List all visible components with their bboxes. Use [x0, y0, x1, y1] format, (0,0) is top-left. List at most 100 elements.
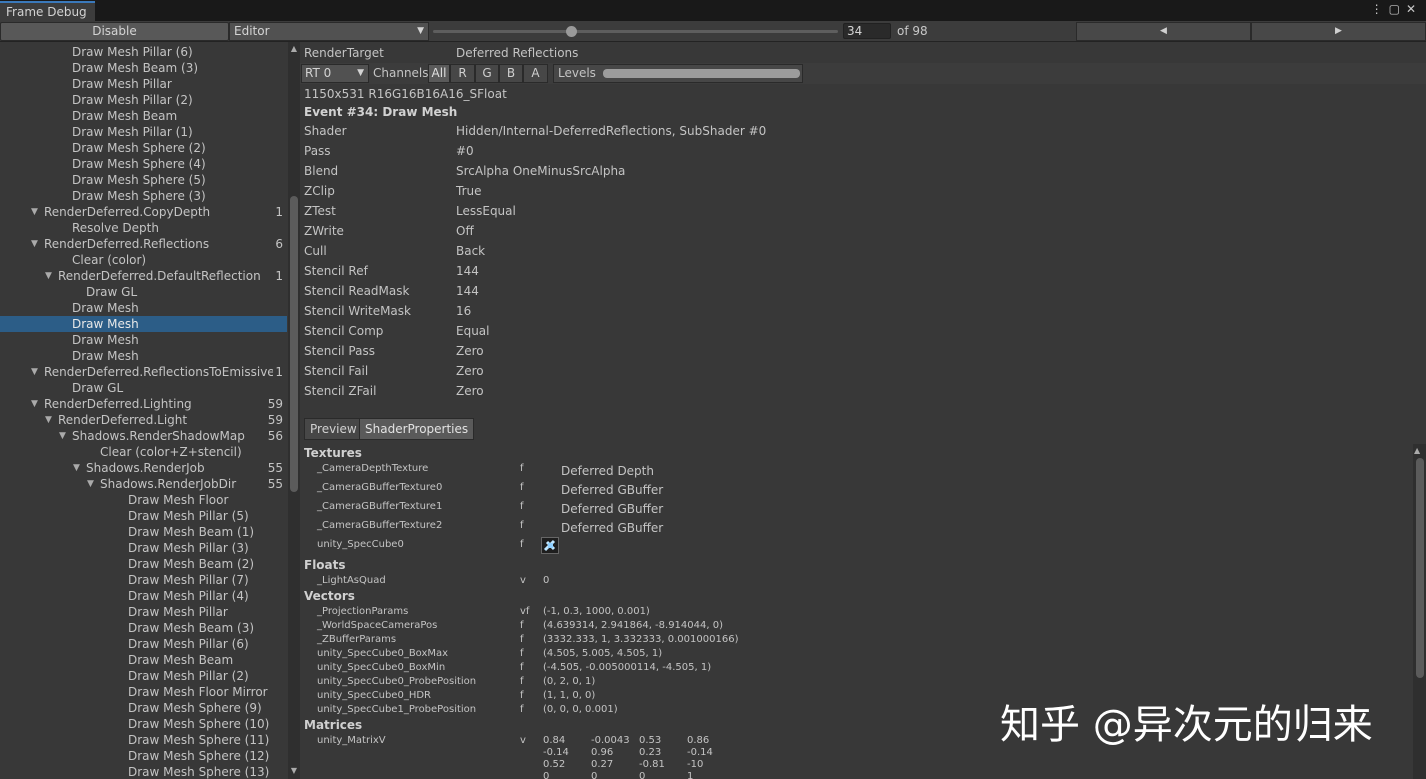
tree-row[interactable]: Draw Mesh [0, 348, 287, 364]
expand-triangle-icon[interactable]: ▼ [73, 460, 83, 476]
tree-row[interactable]: Draw Mesh Pillar [0, 604, 287, 620]
event-slider-thumb[interactable] [565, 26, 577, 37]
tree-row[interactable]: Draw Mesh Pillar (2) [0, 668, 287, 684]
vector-property-type: f [520, 648, 524, 659]
tree-row-label: Draw Mesh Pillar (6) [128, 637, 249, 651]
tree-row[interactable]: Draw Mesh Pillar (5) [0, 508, 287, 524]
float-property-name: _LightAsQuad [317, 575, 386, 586]
vector-property-type: f [520, 690, 524, 701]
tree-row[interactable]: Draw Mesh [0, 300, 287, 316]
close-icon[interactable]: ✕ [1406, 2, 1422, 16]
tree-row[interactable]: Draw Mesh Sphere (4) [0, 156, 287, 172]
tree-row[interactable]: Draw Mesh Pillar (6) [0, 636, 287, 652]
tree-row[interactable]: Draw Mesh Pillar (4) [0, 588, 287, 604]
expand-triangle-icon[interactable]: ▼ [31, 236, 41, 252]
tree-row[interactable]: Draw Mesh Floor [0, 492, 287, 508]
target-dropdown-label: Editor [234, 24, 270, 38]
tree-row[interactable]: Resolve Depth [0, 220, 287, 236]
expand-triangle-icon[interactable]: ▼ [31, 204, 41, 220]
tree-row[interactable]: Draw Mesh Beam (2) [0, 556, 287, 572]
state-value: True [456, 184, 482, 198]
tree-row[interactable]: Draw Mesh Pillar (1) [0, 124, 287, 140]
state-key: Stencil ReadMask [304, 284, 410, 298]
tree-row[interactable]: Clear (color+Z+stencil) [0, 444, 287, 460]
event-index-field[interactable]: 34 [843, 23, 891, 39]
expand-triangle-icon[interactable]: ▼ [31, 364, 41, 380]
tree-row[interactable]: ▼ RenderDeferred.Reflections 6 [0, 236, 287, 252]
tree-row[interactable]: Draw GL [0, 284, 287, 300]
tree-row[interactable]: Draw Mesh Beam (3) [0, 620, 287, 636]
tree-row[interactable]: Draw GL [0, 380, 287, 396]
channel-r-button[interactable]: R [450, 64, 475, 83]
tree-row[interactable]: Draw Mesh Beam (3) [0, 60, 287, 76]
tree-row[interactable]: Draw Mesh Pillar (6) [0, 44, 287, 60]
tree-row[interactable]: ▼ RenderDeferred.CopyDepth 1 [0, 204, 287, 220]
tree-row[interactable]: ▼ Shadows.RenderShadowMap 56 [0, 428, 287, 444]
tree-row[interactable]: Draw Mesh Sphere (2) [0, 140, 287, 156]
scroll-up-icon[interactable]: ▲ [288, 44, 300, 53]
tree-row[interactable]: Draw Mesh Pillar (2) [0, 92, 287, 108]
tree-row[interactable]: Draw Mesh Sphere (9) [0, 700, 287, 716]
frame-debug-tab[interactable]: Frame Debug [0, 1, 95, 21]
maximize-icon[interactable]: ▢ [1389, 2, 1406, 16]
tree-row[interactable]: Draw Mesh Beam [0, 652, 287, 668]
tree-row[interactable]: Draw Mesh Pillar (7) [0, 572, 287, 588]
tab-shader-properties[interactable]: ShaderProperties [359, 418, 475, 440]
scroll-up-icon[interactable]: ▲ [1414, 446, 1420, 455]
expand-triangle-icon[interactable]: ▼ [59, 428, 69, 444]
disable-button[interactable]: Disable [0, 22, 229, 41]
channel-a-button[interactable]: A [523, 64, 548, 83]
tree-row[interactable]: ▼ Shadows.RenderJob 55 [0, 460, 287, 476]
tree-row[interactable]: ▼ RenderDeferred.ReflectionsToEmissive 1 [0, 364, 287, 380]
tree-row[interactable]: Draw Mesh Sphere (12) [0, 748, 287, 764]
more-options-icon[interactable]: ⋮ [1371, 2, 1389, 16]
tree-row[interactable]: Clear (color) [0, 252, 287, 268]
state-value: SrcAlpha OneMinusSrcAlpha [456, 164, 626, 178]
tab-preview[interactable]: Preview [304, 418, 363, 440]
tree-row[interactable]: ▼ RenderDeferred.Lighting 59 [0, 396, 287, 412]
window-controls[interactable]: ⋮▢✕ [1371, 2, 1422, 16]
tree-row-label: Draw Mesh Sphere (10) [128, 717, 270, 731]
tree-row[interactable]: Draw Mesh Floor Mirror [0, 684, 287, 700]
tree-row[interactable]: Draw Mesh Beam [0, 108, 287, 124]
tree-row[interactable]: Draw Mesh [0, 332, 287, 348]
tree-row[interactable]: ▼ RenderDeferred.DefaultReflection 1 [0, 268, 287, 284]
tree-row[interactable]: Draw Mesh Beam (1) [0, 524, 287, 540]
cubemap-thumbnail-icon[interactable] [541, 537, 559, 554]
tree-row[interactable]: ▼ Shadows.RenderJobDir 55 [0, 476, 287, 492]
tree-row[interactable]: Draw Mesh Sphere (5) [0, 172, 287, 188]
expand-triangle-icon[interactable]: ▼ [31, 396, 41, 412]
expand-triangle-icon[interactable]: ▼ [87, 476, 97, 492]
target-dropdown[interactable]: Editor ▼ [229, 22, 429, 41]
tree-row[interactable]: Draw Mesh Sphere (11) [0, 732, 287, 748]
tree-row[interactable]: Draw Mesh [0, 316, 287, 332]
tree-row[interactable]: Draw Mesh Pillar [0, 76, 287, 92]
state-value: LessEqual [456, 204, 516, 218]
channel-g-button[interactable]: G [475, 64, 499, 83]
previous-event-button[interactable]: ◀ [1076, 22, 1251, 41]
tree-row[interactable]: Draw Mesh Pillar (3) [0, 540, 287, 556]
next-event-button[interactable]: ▶ [1251, 22, 1426, 41]
tree-scrollbar-thumb[interactable] [290, 196, 298, 492]
state-value: 16 [456, 304, 472, 318]
scroll-down-icon[interactable]: ▼ [288, 766, 300, 775]
rt-select-dropdown[interactable]: RT 0 ▼ [301, 64, 369, 83]
tree-row[interactable]: Draw Mesh Sphere (10) [0, 716, 287, 732]
tree-row[interactable]: Draw Mesh Sphere (13) [0, 764, 287, 779]
expand-triangle-icon[interactable]: ▼ [45, 412, 55, 428]
properties-scrollbar-thumb[interactable] [1416, 458, 1424, 678]
texture-property-name: unity_SpecCube0 [317, 539, 404, 550]
tree-row-label: Resolve Depth [72, 221, 159, 235]
state-key: Stencil Ref [304, 264, 368, 278]
expand-triangle-icon[interactable]: ▼ [45, 268, 55, 284]
tree-row[interactable]: Draw Mesh Sphere (3) [0, 188, 287, 204]
levels-range-slider[interactable] [603, 69, 800, 78]
tree-row-count: 56 [265, 428, 283, 444]
channel-all-button[interactable]: All [428, 64, 450, 83]
tree-row-label: Clear (color+Z+stencil) [100, 445, 242, 459]
tree-row[interactable]: ▼ RenderDeferred.Light 59 [0, 412, 287, 428]
state-value: Zero [456, 344, 484, 358]
event-slider-track[interactable] [433, 30, 838, 33]
channel-b-button[interactable]: B [499, 64, 523, 83]
state-key: Cull [304, 244, 327, 258]
